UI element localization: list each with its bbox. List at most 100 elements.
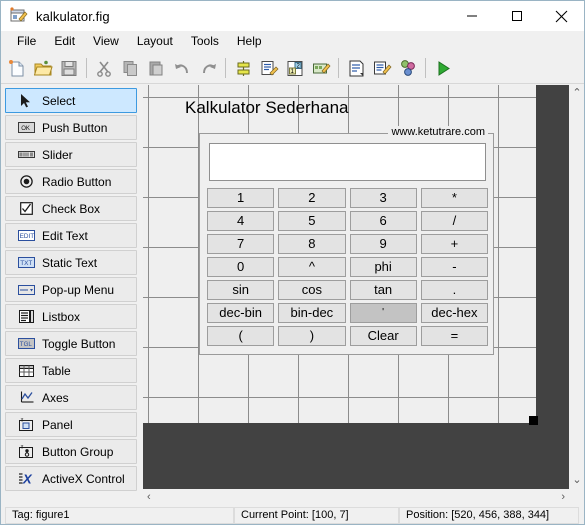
palette-item-label: Panel <box>42 417 73 432</box>
calc-button-3[interactable]: 3 <box>349 188 417 208</box>
open-folder-icon[interactable] <box>30 55 56 81</box>
title-bar: kalkulator.fig <box>1 1 584 31</box>
calc-button-power[interactable]: ^ <box>278 257 346 277</box>
palette-item-select[interactable]: Select <box>5 88 137 113</box>
palette-item-activex-control[interactable]: X ActiveX Control <box>5 466 137 491</box>
calc-button-dec-bin[interactable]: dec-bin <box>207 303 275 323</box>
menu-editor-icon[interactable] <box>256 55 282 81</box>
palette-item-label: ActiveX Control <box>42 471 125 486</box>
palette-item-slider[interactable]: Slider <box>5 142 137 167</box>
calc-button-minus[interactable]: - <box>420 257 488 277</box>
palette-item-listbox[interactable]: Listbox <box>5 304 137 329</box>
calculator-display-edit-text[interactable] <box>209 143 486 181</box>
save-disk-icon[interactable] <box>56 55 82 81</box>
minimize-button[interactable] <box>449 1 494 31</box>
axes-icon <box>17 391 35 405</box>
status-tag: Tag: figure1 <box>5 506 234 524</box>
calc-button-phi[interactable]: phi <box>349 257 417 277</box>
calc-button-plus[interactable]: + <box>420 234 488 254</box>
toolbar-separator-4 <box>425 58 426 78</box>
run-figure-icon[interactable] <box>430 55 456 81</box>
tab-order-editor-icon[interactable]: 1 2 <box>282 55 308 81</box>
figure-editing-surface[interactable]: Kalkulator Sederhana www.ketutrare.com 1… <box>143 85 538 425</box>
scroll-right-arrow-icon[interactable]: › <box>557 489 569 506</box>
calc-button-4[interactable]: 4 <box>207 211 275 231</box>
property-inspector-icon[interactable] <box>369 55 395 81</box>
calc-button-tan[interactable]: tan <box>349 280 417 300</box>
calc-button-quote[interactable]: ' <box>349 303 417 323</box>
copy-icon[interactable] <box>117 55 143 81</box>
palette-item-edit-text[interactable]: EDIT Edit Text <box>5 223 137 248</box>
layout-canvas[interactable]: Kalkulator Sederhana www.ketutrare.com 1… <box>143 85 569 489</box>
menu-item-edit[interactable]: Edit <box>45 32 84 52</box>
scroll-down-arrow-icon[interactable]: ⌄ <box>568 472 584 489</box>
calc-button-9[interactable]: 9 <box>349 234 417 254</box>
calc-button-open-paren[interactable]: ( <box>207 326 275 346</box>
calc-button-7[interactable]: 7 <box>207 234 275 254</box>
calculator-button-grid: 1 2 3 * 4 5 6 / 7 8 9 + 0 ^ phi - sin co… <box>207 188 488 346</box>
palette-item-axes[interactable]: Axes <box>5 385 137 410</box>
palette-item-push-button[interactable]: OK Push Button <box>5 115 137 140</box>
calc-button-dec-hex[interactable]: dec-hex <box>420 303 488 323</box>
align-objects-icon[interactable] <box>230 55 256 81</box>
palette-item-toggle-button[interactable]: TGL Toggle Button <box>5 331 137 356</box>
calc-button-close-paren[interactable]: ) <box>278 326 346 346</box>
menu-item-help[interactable]: Help <box>228 32 271 52</box>
calc-button-sin[interactable]: sin <box>207 280 275 300</box>
m-file-editor-icon[interactable] <box>343 55 369 81</box>
palette-item-label: Pop-up Menu <box>42 282 115 297</box>
activex-control-icon: X <box>17 472 35 486</box>
palette-item-label: Button Group <box>42 444 114 459</box>
calc-button-6[interactable]: 6 <box>349 211 417 231</box>
calc-button-8[interactable]: 8 <box>278 234 346 254</box>
menu-item-layout[interactable]: Layout <box>128 32 182 52</box>
calc-button-multiply[interactable]: * <box>420 188 488 208</box>
calculator-panel[interactable]: www.ketutrare.com 1 2 3 * 4 5 6 / 7 8 9 … <box>199 126 494 355</box>
toggle-button-icon: TGL <box>17 337 35 351</box>
calc-button-dot[interactable]: . <box>420 280 488 300</box>
calc-button-1[interactable]: 1 <box>207 188 275 208</box>
svg-text:TXT: TXT <box>20 260 32 267</box>
horizontal-scrollbar[interactable]: ‹ › <box>143 489 569 505</box>
palette-item-static-text[interactable]: TXT Static Text <box>5 250 137 275</box>
scroll-up-arrow-icon[interactable]: ⌃ <box>568 85 584 102</box>
palette-item-label: Radio Button <box>42 174 112 189</box>
status-bar: Tag: figure1 Current Point: [100, 7] Pos… <box>1 505 584 524</box>
menu-item-view[interactable]: View <box>84 32 128 52</box>
figure-resize-handle[interactable] <box>529 416 538 425</box>
palette-item-panel[interactable]: T Panel <box>5 412 137 437</box>
maximize-button[interactable] <box>494 1 539 31</box>
palette-item-label: Axes <box>42 390 69 405</box>
close-button[interactable] <box>539 1 584 31</box>
calc-button-cos[interactable]: cos <box>278 280 346 300</box>
calc-button-2[interactable]: 2 <box>278 188 346 208</box>
palette-item-button-group[interactable]: T Button Group <box>5 439 137 464</box>
menu-item-tools[interactable]: Tools <box>182 32 228 52</box>
figure-static-text-title[interactable]: Kalkulator Sederhana <box>185 98 349 118</box>
new-figure-icon[interactable] <box>4 55 30 81</box>
palette-item-table[interactable]: Table <box>5 358 137 383</box>
toolbar-editor-icon[interactable] <box>308 55 334 81</box>
palette-item-popup-menu[interactable]: Pop-up Menu <box>5 277 137 302</box>
calc-button-clear[interactable]: Clear <box>349 326 417 346</box>
object-browser-icon[interactable] <box>395 55 421 81</box>
toolbar-separator-3 <box>338 58 339 78</box>
popup-menu-icon <box>17 283 35 297</box>
calc-button-divide[interactable]: / <box>420 211 488 231</box>
undo-arrow-icon[interactable] <box>169 55 195 81</box>
calc-button-5[interactable]: 5 <box>278 211 346 231</box>
paste-icon[interactable] <box>143 55 169 81</box>
redo-arrow-icon[interactable] <box>195 55 221 81</box>
palette-item-label: Toggle Button <box>42 336 116 351</box>
palette-item-label: Edit Text <box>42 228 88 243</box>
scroll-left-arrow-icon[interactable]: ‹ <box>143 489 155 506</box>
vertical-scrollbar[interactable]: ⌃ ⌄ <box>568 85 584 489</box>
svg-text:TGL: TGL <box>19 341 32 348</box>
calc-button-bin-dec[interactable]: bin-dec <box>278 303 346 323</box>
cut-scissors-icon[interactable] <box>91 55 117 81</box>
menu-item-file[interactable]: File <box>8 32 45 52</box>
calc-button-0[interactable]: 0 <box>207 257 275 277</box>
palette-item-check-box[interactable]: Check Box <box>5 196 137 221</box>
palette-item-radio-button[interactable]: Radio Button <box>5 169 137 194</box>
calc-button-equals[interactable]: = <box>420 326 488 346</box>
